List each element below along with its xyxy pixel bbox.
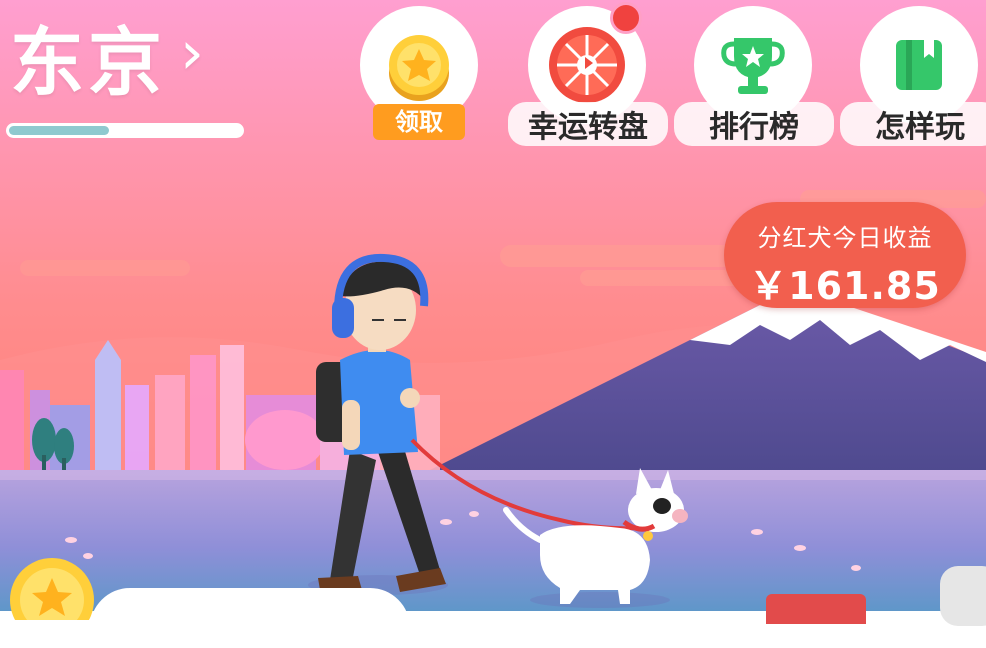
bottom-item-icon[interactable] [940,566,986,626]
leaderboard-label: 排行榜 [674,102,834,146]
bottom-coin-icon[interactable] [8,550,108,620]
earnings-bubble[interactable]: 分红犬今日收益 ￥161.85 [724,202,966,308]
lucky-wheel-button[interactable]: 幸运转盘 [508,2,668,146]
gold-coin-star-icon [389,35,449,101]
city-progress-fill [9,126,109,135]
bottom-shop-icon[interactable] [766,594,866,624]
earnings-title: 分红犬今日收益 [757,224,933,252]
leaderboard-button[interactable]: 排行榜 [674,6,834,146]
claim-button[interactable]: 领取 [360,6,480,146]
chevron-right-icon: › [180,18,208,88]
city-progress-bar [6,123,244,138]
how-to-play-button[interactable]: 怎样玩 [840,6,986,146]
city-name: 东京 [10,19,166,106]
lucky-wheel-label: 幸运转盘 [508,102,668,146]
notification-badge [610,2,642,34]
how-to-play-label: 怎样玩 [840,102,986,146]
bottom-panel [90,588,410,648]
claim-label: 领取 [373,104,465,140]
trophy-icon [721,38,785,94]
guide-book-icon [896,40,942,90]
earnings-amount: ￥161.85 [749,264,941,308]
city-selector[interactable]: 东京 › [10,6,208,106]
lucky-wheel-icon [549,27,625,103]
